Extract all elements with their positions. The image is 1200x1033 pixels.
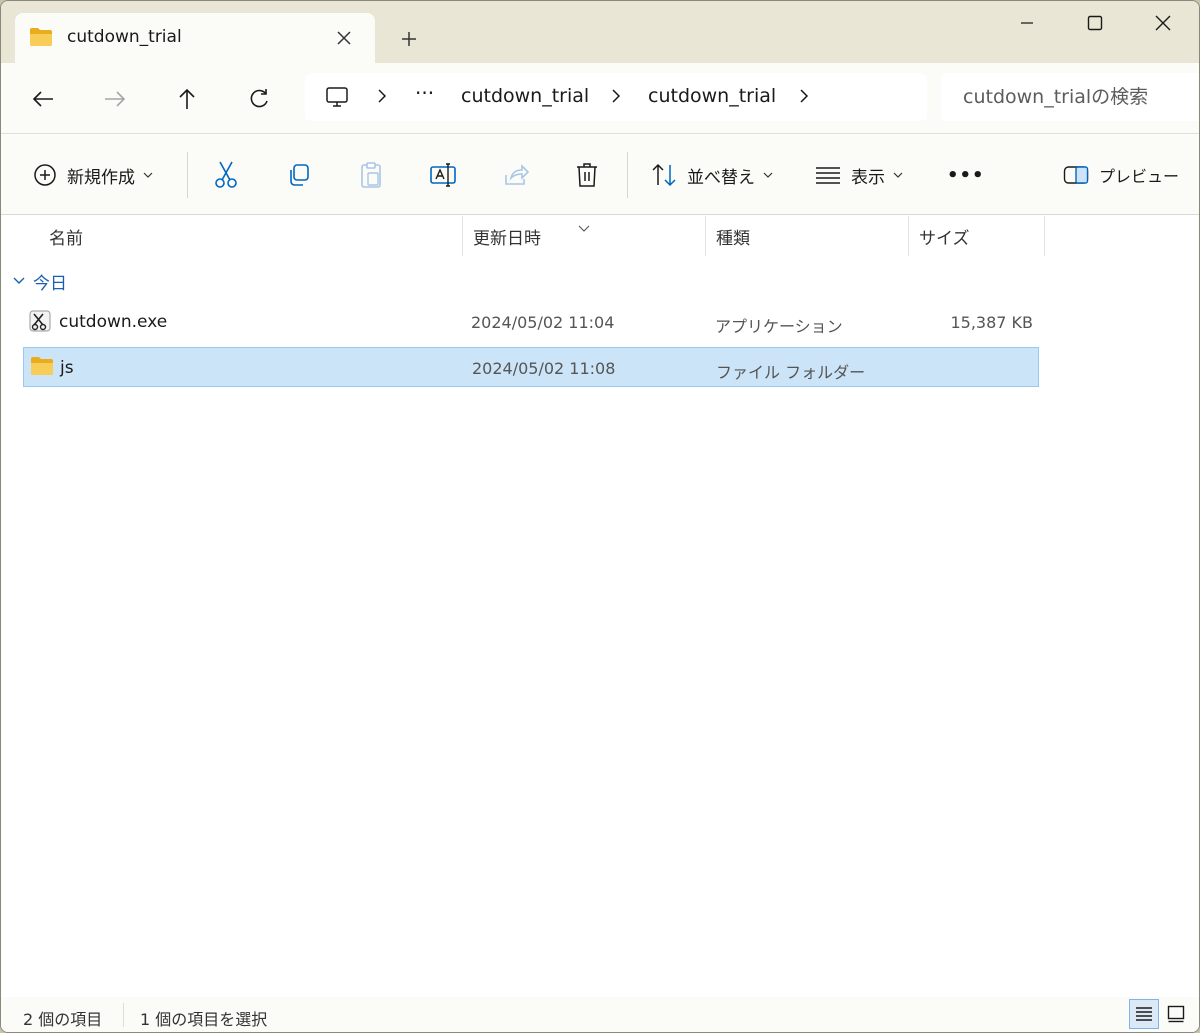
command-bar: 新規作成 並べ替え 表示 ••• プレビュー xyxy=(1,133,1199,215)
refresh-icon xyxy=(250,89,268,108)
close-icon xyxy=(1155,15,1171,31)
paste-button[interactable] xyxy=(358,158,384,192)
refresh-button[interactable] xyxy=(241,81,277,117)
sort-button-label: 並べ替え xyxy=(687,167,755,188)
folder-icon xyxy=(29,27,53,51)
copy-icon xyxy=(290,164,309,186)
new-button-label: 新規作成 xyxy=(67,167,135,188)
sort-icon xyxy=(652,163,676,187)
file-size: 15,387 KB xyxy=(950,313,1033,332)
arrow-up-icon xyxy=(179,88,195,109)
share-button[interactable] xyxy=(503,158,529,192)
column-header-type[interactable]: 種類 xyxy=(716,216,750,256)
column-divider[interactable] xyxy=(1044,216,1045,256)
item-count: 2 個の項目 xyxy=(23,1010,103,1029)
chevron-right-icon[interactable] xyxy=(611,87,621,109)
title-bar: cutdown_trial xyxy=(1,1,1199,63)
column-divider[interactable] xyxy=(462,216,463,256)
chevron-right-icon[interactable] xyxy=(799,87,809,109)
file-type: アプリケーション xyxy=(715,317,843,336)
plus-circle-icon xyxy=(34,164,56,186)
details-view-button[interactable] xyxy=(1129,999,1159,1029)
tiles-view-button[interactable] xyxy=(1161,999,1191,1029)
toolbar-divider xyxy=(627,152,628,198)
tab-title: cutdown_trial xyxy=(67,27,182,47)
sort-chevron-down-icon xyxy=(578,217,590,236)
column-header-modified[interactable]: 更新日時 xyxy=(473,216,541,256)
new-tab-button[interactable] xyxy=(393,23,425,55)
large-icons-view-icon xyxy=(1167,1005,1185,1023)
rename-icon xyxy=(430,163,456,187)
share-icon xyxy=(505,164,529,185)
chevron-down-icon xyxy=(143,172,153,178)
view-button[interactable]: 表示 xyxy=(815,158,903,192)
folder-icon xyxy=(30,356,54,381)
this-pc-icon[interactable] xyxy=(325,85,349,114)
trash-icon xyxy=(577,163,597,187)
breadcrumb-item[interactable]: cutdown_trial xyxy=(461,85,589,107)
list-view-icon xyxy=(816,167,840,184)
status-bar: 2 個の項目 1 個の項目を選択 xyxy=(1,997,1199,1032)
column-divider[interactable] xyxy=(705,216,706,256)
column-divider[interactable] xyxy=(908,216,909,256)
maximize-button[interactable] xyxy=(1065,5,1125,41)
up-button[interactable] xyxy=(169,81,205,117)
preview-pane-label: プレビュー xyxy=(1099,167,1180,186)
details-view-icon xyxy=(1136,1007,1152,1021)
chevron-down-icon xyxy=(13,277,25,284)
explorer-window: cutdown_trial ··· cutdown_trial cutdown_… xyxy=(0,0,1200,1033)
file-name: js xyxy=(60,358,74,378)
column-header-size[interactable]: サイズ xyxy=(919,216,970,256)
address-bar[interactable]: ··· cutdown_trial cutdown_trial xyxy=(305,73,927,121)
arrow-right-icon xyxy=(105,91,126,107)
minimize-icon xyxy=(1021,22,1033,24)
search-input[interactable] xyxy=(941,73,1199,121)
file-type: ファイル フォルダー xyxy=(716,363,866,382)
chevron-right-icon[interactable] xyxy=(377,87,387,109)
copy-button[interactable] xyxy=(286,158,312,192)
file-modified: 2024/05/02 11:04 xyxy=(471,313,615,332)
close-icon xyxy=(337,31,351,45)
selection-count: 1 個の項目を選択 xyxy=(140,1010,268,1029)
clipboard-icon xyxy=(361,162,381,188)
scissors-icon xyxy=(215,161,237,188)
minimize-button[interactable] xyxy=(997,5,1057,41)
breadcrumb-item-current[interactable]: cutdown_trial xyxy=(648,85,776,107)
file-row-selected[interactable]: js 2024/05/02 11:08 ファイル フォルダー xyxy=(23,347,1039,387)
cut-button[interactable] xyxy=(213,158,239,192)
close-window-button[interactable] xyxy=(1133,5,1193,41)
maximize-icon xyxy=(1087,15,1103,31)
chevron-down-icon xyxy=(763,172,773,178)
view-button-label: 表示 xyxy=(851,167,885,188)
preview-pane-button[interactable]: プレビュー xyxy=(1063,158,1179,192)
application-icon xyxy=(29,310,51,337)
group-label: 今日 xyxy=(33,273,67,294)
file-row[interactable]: cutdown.exe 2024/05/02 11:04 アプリケーション 15… xyxy=(23,302,1039,342)
arrow-left-icon xyxy=(32,91,53,107)
new-button[interactable]: 新規作成 xyxy=(33,158,153,192)
file-name: cutdown.exe xyxy=(59,312,168,332)
tab-active[interactable]: cutdown_trial xyxy=(15,13,375,63)
more-options-button[interactable]: ••• xyxy=(947,158,985,192)
column-header-row: 名前 更新日時 種類 サイズ xyxy=(1,216,1199,256)
navigation-bar: ··· cutdown_trial cutdown_trial xyxy=(1,63,1199,133)
preview-pane-icon xyxy=(1063,166,1089,184)
back-button[interactable] xyxy=(25,81,61,117)
delete-button[interactable] xyxy=(575,158,599,192)
group-header-today[interactable]: 今日 xyxy=(13,269,67,294)
breadcrumb-overflow-button[interactable]: ··· xyxy=(415,81,434,105)
sort-button[interactable]: 並べ替え xyxy=(651,158,773,192)
column-header-name[interactable]: 名前 xyxy=(49,216,83,256)
close-tab-button[interactable] xyxy=(331,25,357,51)
status-divider xyxy=(123,1003,124,1027)
forward-button[interactable] xyxy=(97,81,133,117)
chevron-down-icon xyxy=(893,172,903,178)
toolbar-divider xyxy=(187,152,188,198)
file-modified: 2024/05/02 11:08 xyxy=(472,359,616,378)
rename-button[interactable] xyxy=(429,158,457,192)
plus-icon xyxy=(402,32,416,46)
